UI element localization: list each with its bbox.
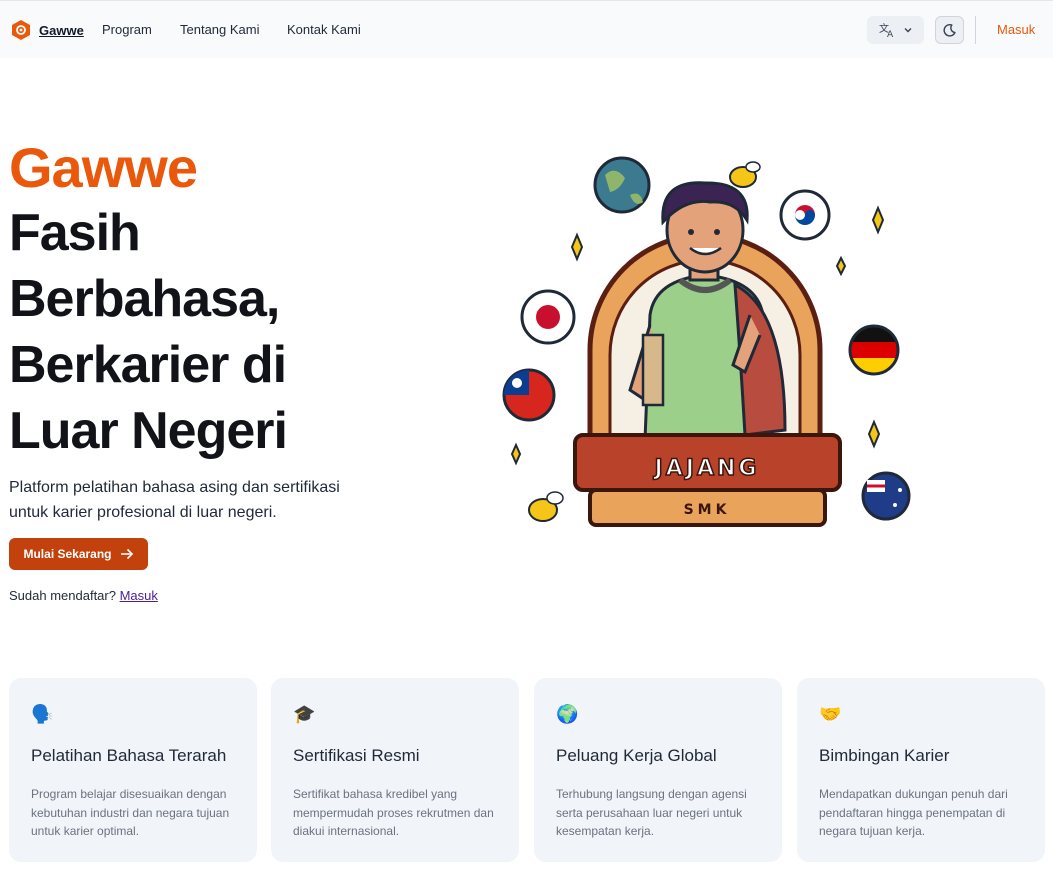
hero-title-line: Berbahasa,	[9, 270, 280, 328]
start-now-button[interactable]: Mulai Sekarang	[9, 538, 148, 570]
graduation-cap-icon: 🎓	[293, 704, 316, 724]
svg-text:A: A	[887, 30, 894, 38]
feature-card: 🗣️ Pelatihan Bahasa Terarah Program bela…	[9, 678, 257, 862]
hero-description: Platform pelatihan bahasa asing dan sert…	[9, 479, 340, 521]
feature-title: Pelatihan Bahasa Terarah	[31, 746, 227, 765]
already-registered: Sudah mendaftar? Masuk	[9, 588, 158, 603]
theme-toggle-button[interactable]	[935, 16, 964, 44]
feature-card: 🎓 Sertifikasi Resmi Sertifikat bahasa kr…	[271, 678, 519, 862]
feature-title: Bimbingan Karier	[819, 746, 950, 765]
nav-link-tentang-kami[interactable]: Tentang Kami	[180, 22, 260, 37]
login-link[interactable]: Masuk	[997, 22, 1035, 37]
translate-icon: 文 A	[879, 22, 894, 38]
hero-title-line: Fasih	[9, 204, 141, 262]
chevron-down-icon	[904, 28, 911, 33]
feature-title: Sertifikasi Resmi	[293, 746, 420, 765]
feature-description: Program belajar disesuaikan dengan kebut…	[31, 787, 230, 838]
banner-text: JAJANG	[653, 456, 760, 481]
globe-icon: 🌍	[556, 704, 579, 724]
feature-card: 🤝 Bimbingan Karier Mendapatkan dukungan …	[797, 678, 1045, 862]
nav-divider	[975, 16, 976, 44]
taiwan-flag-icon	[502, 368, 556, 422]
handshake-icon: 🤝	[819, 704, 842, 724]
brand-logo-icon	[12, 20, 30, 40]
login-inline-link[interactable]: Masuk	[120, 588, 158, 603]
banner-sub-text: SMK	[684, 502, 731, 518]
korea-flag-icon	[779, 189, 831, 241]
bee-icon	[729, 161, 761, 188]
feature-description: Terhubung langsung dengan agensi serta p…	[556, 787, 747, 838]
germany-flag-icon	[848, 324, 900, 376]
speaking-head-icon: 🗣️	[31, 704, 54, 724]
globe-icon	[593, 156, 651, 214]
feature-title: Peluang Kerja Global	[556, 746, 717, 765]
moon-icon	[943, 23, 956, 37]
arrow-right-icon	[120, 548, 133, 560]
start-now-label: Mulai Sekarang	[23, 547, 112, 561]
nav-link-program[interactable]: Program	[102, 22, 152, 37]
nav-link-kontak-kami[interactable]: Kontak Kami	[287, 22, 361, 37]
hero-brand-heading: Gawwe	[9, 136, 198, 199]
brand-name[interactable]: Gawwe	[39, 23, 84, 38]
bee-icon	[528, 491, 564, 522]
japan-flag-icon	[520, 289, 576, 345]
hero-title-line: Berkarier di	[9, 336, 287, 394]
feature-card: 🌍 Peluang Kerja Global Terhubung langsun…	[534, 678, 782, 862]
already-registered-text: Sudah mendaftar?	[9, 588, 116, 603]
hero-title: Fasih Berbahasa, Berkarier di Luar Neger…	[9, 200, 429, 464]
feature-description: Mendapatkan dukungan penuh dari pendafta…	[819, 787, 1008, 838]
hero-illustration: JAJANG SMK	[502, 156, 911, 527]
hero-title-line: Luar Negeri	[9, 402, 288, 460]
feature-description: Sertifikat bahasa kredibel yang mempermu…	[293, 787, 494, 838]
brand-link[interactable]: Gawwe	[10, 19, 84, 41]
language-switcher[interactable]: 文 A	[867, 16, 924, 44]
australia-flag-icon	[861, 471, 911, 521]
top-navbar: Gawwe Program Tentang Kami Kontak Kami 文…	[0, 0, 1053, 58]
